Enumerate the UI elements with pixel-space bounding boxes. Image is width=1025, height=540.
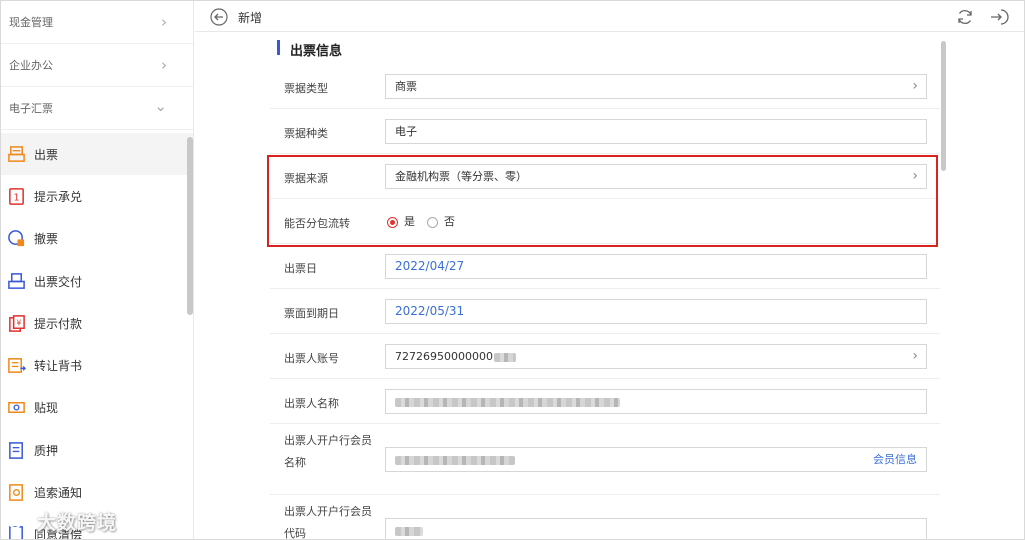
redacted-text [493, 352, 516, 362]
sidebar-item-discount[interactable]: 贴现 [1, 387, 193, 429]
endorsement-icon [8, 358, 26, 374]
highlight-annotation-box [267, 155, 938, 247]
form-content: 出票信息 票据类型 商票 › 票据种类 电子 票据来源 金融机构票（等分票、零）… [195, 33, 1024, 540]
sidebar-scrollbar[interactable] [187, 137, 193, 315]
form-row-drawer-name: 出票人名称 [270, 379, 940, 424]
cancel-bill-icon [8, 230, 25, 247]
watermark-logo-icon [9, 513, 33, 529]
field-value: 72726950000000 [395, 350, 493, 363]
sidebar-group-label: 现金管理 [9, 16, 53, 29]
issue-delivery-icon [8, 272, 25, 289]
chevron-right-icon: › [912, 348, 918, 364]
field-value: 2022/05/31 [395, 304, 465, 318]
app-window: 现金管理 › 企业办公 › 电子汇票 ⌄ 出票 1 提示承兑 撤票 出票交付 ¥… [0, 0, 1025, 540]
sidebar-group-cash-management[interactable]: 现金管理 › [1, 1, 193, 44]
sidebar-item-label: 出票 [34, 147, 59, 162]
page-title: 新增 [238, 11, 263, 25]
field-label: 票据类型 [284, 82, 328, 95]
sidebar-item-label: 撤票 [34, 232, 59, 247]
form-row-due-date: 票面到期日 2022/05/31 [270, 289, 940, 334]
form-row-bill-kind: 票据种类 电子 [270, 109, 940, 154]
sidebar-item-endorsement[interactable]: 转让背书 [1, 344, 193, 386]
content-scrollbar[interactable] [941, 41, 946, 171]
form-row-drawer-bank-member-code: 出票人开户行会员代码 [270, 495, 940, 540]
field-value: 电子 [395, 125, 417, 138]
sidebar-item-issue-delivery[interactable]: 出票交付 [1, 260, 193, 302]
sidebar: 现金管理 › 企业办公 › 电子汇票 ⌄ 出票 1 提示承兑 撤票 出票交付 ¥… [1, 1, 194, 539]
redacted-text [395, 397, 620, 407]
svg-text:1: 1 [13, 192, 19, 203]
form-row-issue-date: 出票日 2022/04/27 [270, 244, 940, 289]
sidebar-group-e-draft[interactable]: 电子汇票 ⌄ [1, 87, 193, 130]
exit-icon[interactable] [989, 7, 1011, 27]
svg-text:¥: ¥ [16, 318, 21, 327]
refresh-icon[interactable] [955, 7, 975, 27]
sidebar-group-label: 电子汇票 [9, 102, 53, 115]
chevron-right-icon: › [912, 78, 918, 94]
sidebar-group-label: 企业办公 [9, 59, 53, 72]
sidebar-item-label: 追索通知 [34, 486, 83, 501]
form-row-bill-type: 票据类型 商票 › [270, 64, 940, 109]
due-date-field[interactable]: 2022/05/31 [385, 299, 927, 324]
sidebar-group-enterprise-office[interactable]: 企业办公 › [1, 44, 193, 87]
sidebar-item-issue-bill[interactable]: 出票 [1, 133, 193, 176]
chevron-right-icon: › [161, 13, 167, 31]
form-row-drawer-bank-member-name: 出票人开户行会员名称 会员信息 [270, 424, 940, 495]
sidebar-item-pledge[interactable]: 质押 [1, 429, 193, 471]
field-label: 出票日 [284, 262, 317, 275]
bill-kind-field[interactable]: 电子 [385, 119, 927, 144]
sidebar-menu: 出票 1 提示承兑 撤票 出票交付 ¥ 提示付款 转让背书 贴现 质押 追索通知… [1, 133, 193, 539]
sidebar-item-cancel-bill[interactable]: 撤票 [1, 218, 193, 260]
field-label: 出票人开户行会员代码 [284, 505, 372, 540]
form-row-drawer-account: 出票人账号 72726950000000 › [270, 334, 940, 379]
section-title: 出票信息 [290, 44, 343, 59]
redacted-text [395, 526, 423, 536]
issue-date-field[interactable]: 2022/04/27 [385, 254, 927, 279]
chevron-right-icon: › [161, 56, 167, 74]
watermark-text: 大数跨境 [37, 512, 118, 534]
field-value: 2022/04/27 [395, 259, 465, 273]
payment-prompt-icon: ¥ [9, 314, 25, 332]
field-label: 票面到期日 [284, 307, 339, 320]
issue-bill-icon [8, 145, 25, 162]
page-header: 新增 [195, 1, 1024, 32]
sidebar-item-label: 质押 [34, 443, 59, 458]
chevron-down-icon: ⌄ [154, 97, 167, 115]
field-label: 出票人名称 [284, 397, 339, 410]
bill-type-select[interactable]: 商票 › [385, 74, 927, 99]
field-label: 出票人账号 [284, 352, 339, 365]
watermark: 大数跨境 [9, 508, 117, 535]
drawer-name-field[interactable] [385, 389, 927, 414]
redacted-text [395, 455, 515, 465]
discount-icon [8, 402, 25, 414]
drawer-account-select[interactable]: 72726950000000 › [385, 344, 927, 369]
drawer-bank-member-name-field[interactable]: 会员信息 [385, 447, 927, 472]
sidebar-item-label: 贴现 [34, 401, 59, 416]
sidebar-item-acceptance-prompt[interactable]: 1 提示承兑 [1, 175, 193, 217]
sidebar-item-label: 提示付款 [34, 316, 83, 331]
sidebar-item-label: 出票交付 [34, 274, 83, 289]
field-label: 出票人开户行会员名称 [284, 434, 372, 469]
pledge-icon [9, 441, 23, 459]
drawer-bank-member-code-field[interactable] [385, 518, 927, 539]
sidebar-item-payment-prompt[interactable]: ¥ 提示付款 [1, 302, 193, 344]
back-arrow-icon[interactable] [210, 8, 228, 26]
section-accent-bar [277, 40, 280, 55]
recourse-notice-icon [9, 484, 23, 501]
sidebar-item-label: 转让背书 [34, 359, 83, 374]
field-label: 票据种类 [284, 127, 328, 140]
field-value: 商票 [395, 80, 417, 93]
acceptance-prompt-icon: 1 [9, 188, 24, 205]
member-info-link[interactable]: 会员信息 [873, 448, 917, 471]
sidebar-item-label: 提示承兑 [34, 189, 83, 204]
